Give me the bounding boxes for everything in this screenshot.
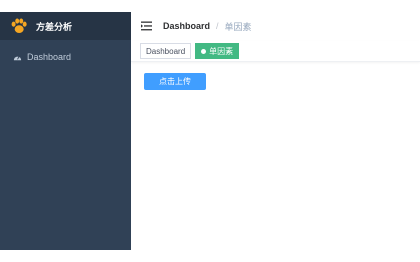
breadcrumb-separator: / bbox=[216, 21, 219, 31]
tag-label: Dashboard bbox=[146, 46, 186, 56]
tag-label: 单因素 bbox=[209, 46, 234, 56]
tags-view: Dashboard 单因素 bbox=[131, 41, 420, 62]
sidebar-header[interactable]: 方差分析 bbox=[0, 12, 131, 40]
sidebar-item-label: Dashboard bbox=[27, 52, 72, 62]
breadcrumb-item-dashboard[interactable]: Dashboard bbox=[163, 21, 210, 31]
sidebar-item-dashboard[interactable]: Dashboard bbox=[0, 40, 131, 74]
breadcrumb: Dashboard / 单因素 bbox=[163, 20, 252, 33]
hamburger-menu-icon[interactable] bbox=[141, 21, 152, 31]
breadcrumb-item-current: 单因素 bbox=[224, 21, 252, 32]
upload-button[interactable]: 点击上传 bbox=[144, 73, 206, 90]
navbar: Dashboard / 单因素 bbox=[131, 12, 420, 40]
sidebar: 方差分析 Dashboard bbox=[0, 12, 131, 250]
tag-dashboard[interactable]: Dashboard bbox=[140, 43, 192, 59]
dashboard-icon bbox=[13, 55, 22, 60]
main-content: 点击上传 bbox=[131, 62, 420, 250]
brand-title: 方差分析 bbox=[36, 21, 73, 32]
active-dot-icon bbox=[201, 48, 207, 54]
tag-single-factor[interactable]: 单因素 bbox=[195, 43, 240, 59]
paw-logo-icon bbox=[11, 18, 27, 34]
